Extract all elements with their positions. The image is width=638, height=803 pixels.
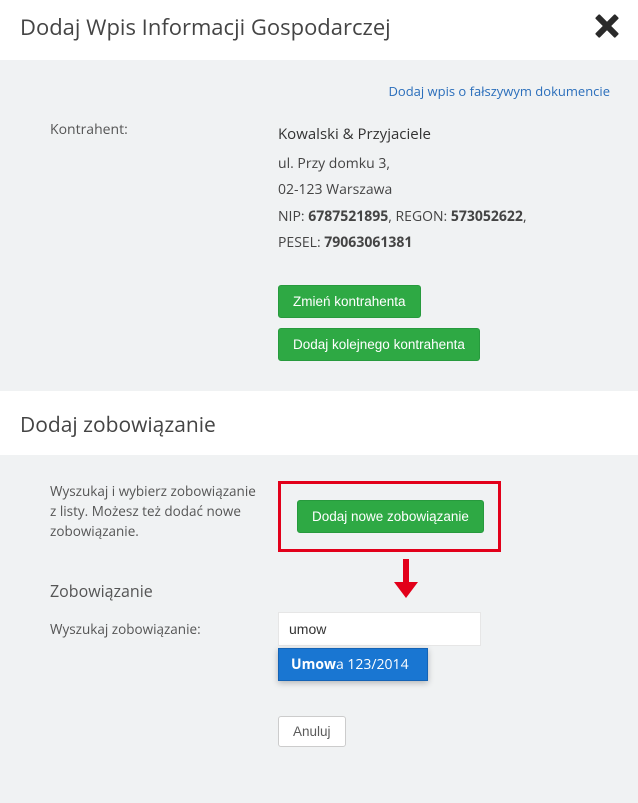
search-obligation-label: Wyszukaj zobowiązanie: bbox=[50, 620, 201, 638]
add-next-contractor-button[interactable]: Dodaj kolejnego kontrahenta bbox=[278, 328, 480, 361]
kontrahent-label: Kontrahent: bbox=[50, 120, 128, 139]
fake-document-link[interactable]: Dodaj wpis o fałszywym dokumencie bbox=[28, 78, 610, 120]
cancel-button[interactable]: Anuluj bbox=[278, 716, 346, 747]
company-street: ul. Przy domku 3, bbox=[278, 151, 610, 178]
add-obligation-highlight: Dodaj nowe zobowiązanie bbox=[278, 481, 501, 552]
change-contractor-button[interactable]: Zmień kontrahenta bbox=[278, 285, 421, 318]
company-pesel: PESEL: 79063061381 bbox=[278, 230, 610, 257]
company-name: Kowalski & Przyjaciele bbox=[278, 120, 610, 149]
page-title: Dodaj Wpis Informacji Gospodarczej bbox=[20, 12, 391, 42]
company-ids: NIP: 6787521895, REGON: 573052622, bbox=[278, 204, 610, 231]
obligation-section-title: Dodaj zobowiązanie bbox=[0, 391, 638, 455]
autocomplete-match: Umow bbox=[291, 655, 336, 674]
add-new-obligation-button[interactable]: Dodaj nowe zobowiązanie bbox=[297, 500, 484, 533]
search-obligation-input[interactable] bbox=[278, 612, 481, 646]
autocomplete-option[interactable]: Umowa 123/2014 bbox=[278, 648, 428, 681]
obligation-hint: Wyszukaj i wybierz zobowiązanie z listy.… bbox=[50, 482, 256, 541]
company-city: 02-123 Warszawa bbox=[278, 177, 610, 204]
autocomplete-rest: a 123/2014 bbox=[336, 655, 409, 674]
close-icon[interactable] bbox=[592, 14, 618, 40]
obligation-subhead: Zobowiązanie bbox=[50, 580, 610, 602]
